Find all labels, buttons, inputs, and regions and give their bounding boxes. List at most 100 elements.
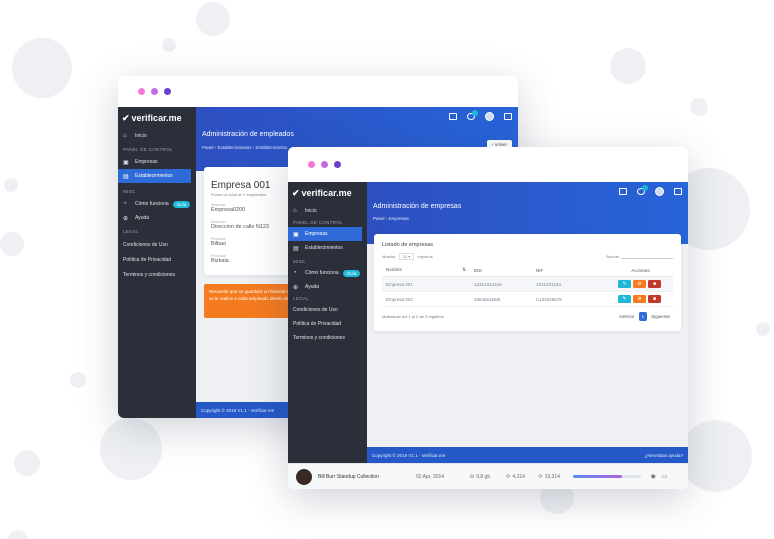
sidebar-item-label: Cómo funciona	[305, 270, 339, 276]
table-header-row: Nombre ⇅ DNI NIF Acciones	[382, 264, 673, 277]
table-footer: Mostrando del 1 al 2 de 2 registros Ante…	[382, 312, 673, 321]
decor-bubble	[100, 418, 162, 480]
mail-icon[interactable]	[619, 188, 627, 195]
edit-button[interactable]: ✎	[618, 295, 631, 303]
sidebar-item-label: Cómo funciona	[135, 201, 169, 207]
notification-badge	[642, 185, 648, 191]
mail-icon[interactable]	[449, 113, 457, 120]
briefcase-icon: ▣	[123, 159, 129, 166]
sidebar-item-label: Terminos y condiciones	[123, 271, 175, 278]
sidebar: ✔ verificar.me ⌂ Inicio PANEL DE CONTROL…	[118, 107, 196, 418]
breadcrumb-item[interactable]: Panel	[373, 216, 385, 221]
window-dot	[138, 88, 145, 95]
check-icon: ✔	[292, 187, 300, 198]
page-size-select[interactable]: 10 ▾	[398, 253, 415, 260]
avatar[interactable]	[485, 112, 494, 121]
column-header[interactable]: DNI	[470, 264, 532, 277]
delete-button[interactable]: ■	[648, 280, 661, 288]
sidebar-item-establecimientos[interactable]: ▤ Establecimientos	[288, 241, 367, 255]
column-header[interactable]: NIF	[532, 264, 608, 277]
decor-bubble	[8, 530, 28, 539]
progress-fill	[572, 475, 622, 478]
sidebar-section-misc: MISC	[293, 259, 306, 264]
header-icons	[439, 110, 512, 121]
sidebar-item-politica[interactable]: Política de Privacidad	[288, 317, 367, 331]
progress-bar[interactable]	[572, 475, 641, 478]
sidebar-section-legal: LEGAL	[123, 229, 140, 234]
front-main: Administración de empresas Panel › Empre…	[367, 182, 688, 463]
help-link[interactable]: ¿Necesitas ayuda?	[644, 453, 683, 458]
sidebar-item-establecimientos[interactable]: ▤ Establecimientos	[118, 169, 191, 183]
sidebar-item-como-funciona[interactable]: ◔ Cómo funciona Guía	[288, 266, 367, 280]
storage-icon: ⛁	[470, 473, 475, 480]
prev-page-button[interactable]: Anterior	[616, 313, 638, 320]
breadcrumb-item[interactable]: Establecimientos	[218, 145, 252, 150]
records-label: registros	[417, 254, 433, 259]
page-size-control: Mostrar 10 ▾ registros	[382, 253, 433, 260]
sidebar-item-empresas[interactable]: ▣ Empresas	[118, 155, 196, 169]
breadcrumb-item: Establecimiento	[255, 145, 288, 150]
sort-icon: ⇅	[462, 267, 466, 272]
trash-icon[interactable]: ▭	[662, 473, 668, 480]
sidebar-item-inicio[interactable]: ⌂ Inicio	[288, 204, 367, 218]
brand-logo[interactable]: ✔ verificar.me	[118, 107, 196, 129]
sidebar-item-condiciones[interactable]: Condiciones de Uso	[288, 303, 367, 317]
decor-bubble	[196, 2, 230, 36]
sidebar-item-inicio[interactable]: ⌂ Inicio	[118, 129, 196, 143]
window-dot	[334, 161, 341, 168]
sidebar-item-ayuda[interactable]: ⊕ Ayuda	[288, 280, 367, 294]
brand-logo[interactable]: ✔ verificar.me	[288, 182, 367, 204]
avatar[interactable]	[655, 187, 664, 196]
check-icon: ✔	[122, 112, 130, 123]
column-header[interactable]: Nombre ⇅	[382, 264, 470, 277]
briefcase-icon: ▣	[293, 231, 299, 238]
decor-bubble	[14, 450, 40, 476]
table-row: Empresa 001 1231231234A 1231231234 ✎ ⊘ ■	[382, 276, 673, 292]
player-downloads: 4,214	[512, 473, 525, 480]
sidebar-item-terminos[interactable]: Terminos y condiciones	[288, 331, 367, 345]
sidebar-item-como-funciona[interactable]: ◔ Cómo funciona Guía	[118, 197, 196, 211]
help-icon: ⊕	[123, 215, 129, 222]
header-icons	[609, 185, 682, 196]
cell-nif: 1231231234	[532, 276, 608, 292]
breadcrumb: Panel › Empresas	[373, 216, 409, 221]
sidebar-section-panel: PANEL DE CONTROL	[293, 220, 343, 225]
logout-icon[interactable]	[674, 188, 682, 195]
front-window: ✔ verificar.me ⌂ Inicio PANEL DE CONTROL…	[288, 147, 688, 489]
disable-button[interactable]: ⊘	[633, 295, 646, 303]
sidebar-item-label: Terminos y condiciones	[293, 335, 345, 341]
delete-button[interactable]: ■	[648, 295, 661, 303]
search-input[interactable]	[621, 254, 673, 259]
page-footer: Copyright © 2019 V1.1 - Verificar.me ¿Ne…	[367, 447, 688, 463]
decor-bubble	[690, 98, 708, 116]
logout-icon[interactable]	[504, 113, 512, 120]
trash-icon: ■	[652, 296, 657, 302]
brand-name: verificar.me	[131, 113, 182, 123]
sidebar-item-politica[interactable]: Política de Privacidad	[118, 252, 196, 267]
eye-icon[interactable]: ◉	[651, 473, 656, 480]
upload-icon: ⟳	[538, 473, 543, 480]
home-icon: ⌂	[293, 208, 297, 214]
sidebar-item-empresas[interactable]: ▣ Empresas	[288, 227, 362, 241]
breadcrumb-item[interactable]: Panel	[202, 145, 214, 150]
bell-icon[interactable]	[637, 185, 648, 195]
trash-icon: ■	[652, 281, 657, 287]
player-title: Bill Burr Standup Collection	[318, 473, 379, 480]
sidebar-item-condiciones[interactable]: Condiciones de Uso	[118, 237, 196, 252]
next-page-button[interactable]: Siguiente	[648, 313, 673, 320]
sidebar-item-label: Política de Privacidad	[293, 321, 342, 327]
edit-button[interactable]: ✎	[618, 280, 631, 288]
disable-button[interactable]: ⊘	[633, 280, 646, 288]
list-controls: Mostrar 10 ▾ registros Buscar:	[382, 253, 673, 260]
block-icon: ⊘	[637, 281, 642, 287]
companies-table: Nombre ⇅ DNI NIF Acciones Empresa 001 12…	[382, 264, 673, 307]
sidebar-item-terminos[interactable]: Terminos y condiciones	[118, 267, 196, 282]
bell-icon[interactable]	[467, 110, 478, 120]
avatar	[296, 468, 312, 485]
sidebar-item-label: Condiciones de Uso	[123, 241, 168, 248]
table-info: Mostrando del 1 al 2 de 2 registros	[382, 314, 444, 319]
page-button[interactable]: 1	[638, 312, 648, 321]
search-control: Buscar:	[606, 254, 673, 259]
sidebar-item-ayuda[interactable]: ⊕ Ayuda	[118, 211, 196, 225]
search-label: Buscar:	[606, 254, 620, 259]
